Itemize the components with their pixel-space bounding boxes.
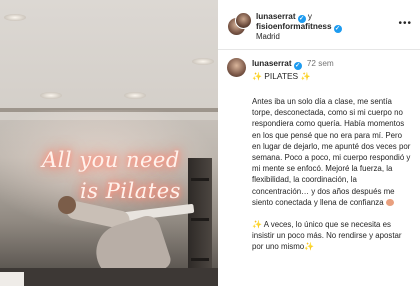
ceiling [0, 0, 218, 120]
sparkles-icon: ✨ [304, 242, 315, 252]
ceiling-light [4, 14, 26, 21]
frame-bar [191, 178, 209, 181]
ceiling-light [192, 58, 214, 65]
caption-paragraph-2-text: A veces, lo único que se necesita es ins… [252, 220, 402, 252]
reformer-bench [0, 268, 218, 286]
sparkles-icon: ✨ [252, 72, 262, 81]
caption-body: Antes iba un solo día a clase, me sentía… [252, 96, 412, 253]
post-side-panel: lunaserrat ✓ y fisioenformafitness ✓ Madri… [218, 0, 420, 286]
caption-username[interactable]: lunaserrat [252, 59, 292, 68]
ceiling-light [40, 92, 62, 99]
collab-avatars[interactable] [227, 12, 252, 36]
caption-title-line: ✨ PILATES ✨ [252, 71, 310, 81]
avatar [235, 12, 252, 29]
frame-bar [191, 258, 209, 261]
person-head [58, 196, 76, 214]
floor-block [0, 272, 24, 286]
reformer-frame [188, 158, 212, 286]
location-link[interactable]: Madrid [256, 32, 280, 41]
emoji-icon [385, 198, 394, 206]
header-username-2[interactable]: fisioenformafitness [256, 22, 332, 31]
frame-bar [191, 218, 209, 221]
caption-paragraph-1-text: Antes iba un solo día a clase, me sentía… [252, 97, 411, 207]
sparkles-icon: ✨ [252, 220, 262, 230]
caption-avatar[interactable] [227, 58, 246, 77]
post-photo[interactable]: All you need is Pilates [0, 0, 218, 286]
caption-paragraph-2: ✨ A veces, lo único que se necesita es i… [252, 219, 412, 253]
neon-sign-line-1: All you need [42, 148, 180, 172]
header-divider [218, 49, 420, 50]
header-conjunction: y [307, 12, 312, 21]
verified-badge-icon: ✓ [293, 62, 302, 70]
verified-badge-icon: ✓ [333, 25, 342, 33]
more-dots-icon[interactable]: ••• [398, 18, 412, 29]
neon-sign-line-2: is Pilates [80, 179, 181, 203]
header-username-1[interactable]: lunaserrat [256, 12, 296, 21]
ceiling-light [124, 92, 146, 99]
caption-header: lunaserrat ✓ 72 sem [252, 59, 334, 70]
caption-title: PILATES [264, 71, 299, 81]
caption-time[interactable]: 72 sem [307, 59, 334, 68]
caption-paragraph-1: Antes iba un solo día a clase, me sentía… [252, 96, 412, 208]
sparkles-icon: ✨ [300, 72, 311, 81]
